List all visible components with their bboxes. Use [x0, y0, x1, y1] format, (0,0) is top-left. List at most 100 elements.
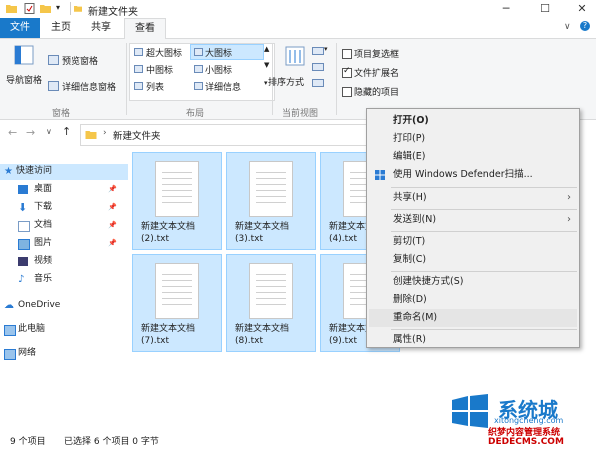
layout-xl-icons[interactable]: 超大图标: [146, 46, 182, 59]
item-checkboxes-checkbox[interactable]: [342, 49, 352, 59]
nav-pane-label: 导航窗格: [6, 76, 43, 86]
file-name: 新建文本文档 (2).txt: [141, 222, 196, 244]
menu-item-cut[interactable]: 剪切(T): [369, 233, 577, 251]
pin-icon: 📌: [108, 221, 117, 229]
sort-by-button[interactable]: 排序方式: [268, 43, 312, 99]
tab-share[interactable]: 共享: [86, 18, 116, 38]
close-icon: ✕: [577, 2, 587, 15]
layout-medium-icons[interactable]: 中图标: [146, 63, 173, 76]
menu-item-copy[interactable]: 复制(C): [369, 251, 577, 269]
preview-pane-button[interactable]: 预览窗格: [62, 54, 98, 67]
size-columns-icon[interactable]: [312, 79, 324, 87]
submenu-arrow-icon: ›: [567, 192, 571, 203]
up-icon[interactable]: ↑: [62, 125, 71, 138]
computer-icon: [4, 325, 16, 336]
maximize-button[interactable]: ☐: [533, 1, 557, 17]
watermark: 系统城 xitongcheng.com 织梦内容管理系统 DEDECMS.COM: [446, 392, 596, 450]
file-name: 新建文本文档 (7).txt: [141, 324, 196, 346]
layout-details[interactable]: 详细信息: [205, 80, 241, 93]
layout-list[interactable]: 列表: [146, 80, 164, 93]
forward-icon[interactable]: →: [26, 126, 35, 139]
help-icon[interactable]: ?: [580, 21, 590, 31]
properties-qa-icon[interactable]: [24, 3, 35, 14]
hidden-items-label: 隐藏的项目: [354, 88, 400, 98]
music-icon: ♪: [18, 274, 25, 285]
file-item[interactable]: 新建文本文档 (3).txt: [226, 152, 316, 250]
menu-item-rename[interactable]: 重命名(M): [369, 309, 577, 327]
minimize-button[interactable]: ─: [494, 1, 518, 17]
layout-large-icons[interactable]: 大图标: [205, 46, 232, 59]
details-icon: [194, 82, 203, 90]
text-file-icon: [155, 161, 199, 217]
file-name: 新建文本文档 (3).txt: [235, 222, 290, 244]
group-by-icon[interactable]: [312, 47, 324, 55]
file-item[interactable]: 新建文本文档 (7).txt: [132, 254, 222, 352]
recent-locations-icon[interactable]: ∨: [46, 127, 52, 136]
group-by-dropdown-icon[interactable]: ▾: [324, 45, 328, 53]
menu-item-open[interactable]: 打开(O): [369, 112, 577, 130]
nav-item-label: 音乐: [34, 274, 53, 284]
ribbon-collapse-icon[interactable]: ∨: [564, 22, 571, 32]
context-menu: 打开(O) 打印(P) 编辑(E) 使用 Windows Defender扫描.…: [366, 108, 580, 348]
sort-by-label: 排序方式: [268, 78, 305, 88]
gallery-up-icon[interactable]: ▲: [264, 45, 269, 53]
tab-home[interactable]: 主页: [46, 18, 76, 38]
back-icon[interactable]: ←: [8, 126, 17, 139]
group-label-panes: 窗格: [52, 109, 71, 119]
file-ext-checkbox[interactable]: ✓: [342, 66, 352, 78]
cloud-icon: ☁: [4, 300, 14, 311]
close-button[interactable]: ✕: [570, 1, 594, 17]
nav-network-label: 网络: [18, 348, 37, 358]
file-item[interactable]: 新建文本文档 (2).txt: [132, 152, 222, 250]
minimize-icon: ─: [502, 2, 510, 15]
address-folder-icon: [85, 131, 97, 139]
gallery-down-icon[interactable]: ▼: [264, 61, 269, 69]
qa-dropdown-icon[interactable]: ▾: [56, 3, 67, 14]
document-icon: [18, 221, 30, 232]
menu-item-edit[interactable]: 编辑(E): [369, 148, 577, 166]
gallery-more-icon[interactable]: ▾: [264, 79, 268, 87]
menu-item-send-to[interactable]: 发送到(N) ›: [369, 211, 577, 229]
ribbon-tabs: 文件 主页 共享 查看 ∨ ?: [0, 18, 596, 39]
medium-icons-icon: [134, 65, 143, 73]
nav-quick-access-label: 快速访问: [16, 166, 53, 176]
file-item[interactable]: 新建文本文档 (8).txt: [226, 254, 316, 352]
menu-item-create-shortcut[interactable]: 创建快捷方式(S): [369, 273, 577, 291]
title-folder-icon: [74, 5, 82, 12]
file-ext-label: 文件扩展名: [354, 69, 400, 79]
details-pane-icon: [48, 81, 59, 91]
menu-item-print[interactable]: 打印(P): [369, 130, 577, 148]
text-file-icon: [155, 263, 199, 319]
breadcrumb-current[interactable]: 新建文件夹: [113, 128, 161, 142]
menu-item-share[interactable]: 共享(H) ›: [369, 189, 577, 207]
menu-item-properties[interactable]: 属性(R): [369, 331, 577, 349]
status-selected: 已选择 6 个项目 0 字节: [64, 437, 159, 447]
nav-pane-button[interactable]: 导航窗格: [6, 43, 42, 93]
details-pane-button[interactable]: 详细信息窗格: [62, 80, 116, 93]
watermark-url: xitongcheng.com: [494, 416, 564, 425]
new-folder-qa-icon[interactable]: [40, 3, 51, 14]
title-bar: ▾ 新建文件夹 ─ ☐ ✕: [0, 0, 596, 18]
videos-icon: [18, 257, 28, 266]
layout-small-icons[interactable]: 小图标: [205, 63, 232, 76]
hidden-items-checkbox[interactable]: [342, 87, 352, 97]
text-file-icon: [249, 161, 293, 217]
xl-icons-icon: [134, 48, 143, 56]
nav-item-label: 视频: [34, 256, 53, 266]
tab-file[interactable]: 文件: [0, 18, 40, 38]
tab-view[interactable]: 查看: [124, 18, 166, 39]
nav-onedrive-label: OneDrive: [18, 300, 61, 310]
group-label-layout: 布局: [186, 109, 205, 119]
nav-item-label: 桌面: [34, 184, 53, 194]
list-icon: [134, 82, 143, 90]
nav-this-pc-label: 此电脑: [18, 324, 46, 334]
pin-icon: 📌: [108, 239, 117, 247]
submenu-arrow-icon: ›: [567, 214, 571, 225]
maximize-icon: ☐: [540, 2, 550, 15]
network-icon: [4, 349, 16, 360]
watermark-line3: DEDECMS.COM: [488, 437, 564, 447]
defender-shield-icon: [375, 170, 385, 180]
menu-item-delete[interactable]: 删除(D): [369, 291, 577, 309]
menu-item-defender[interactable]: 使用 Windows Defender扫描...: [369, 166, 577, 184]
add-columns-icon[interactable]: [312, 63, 324, 71]
